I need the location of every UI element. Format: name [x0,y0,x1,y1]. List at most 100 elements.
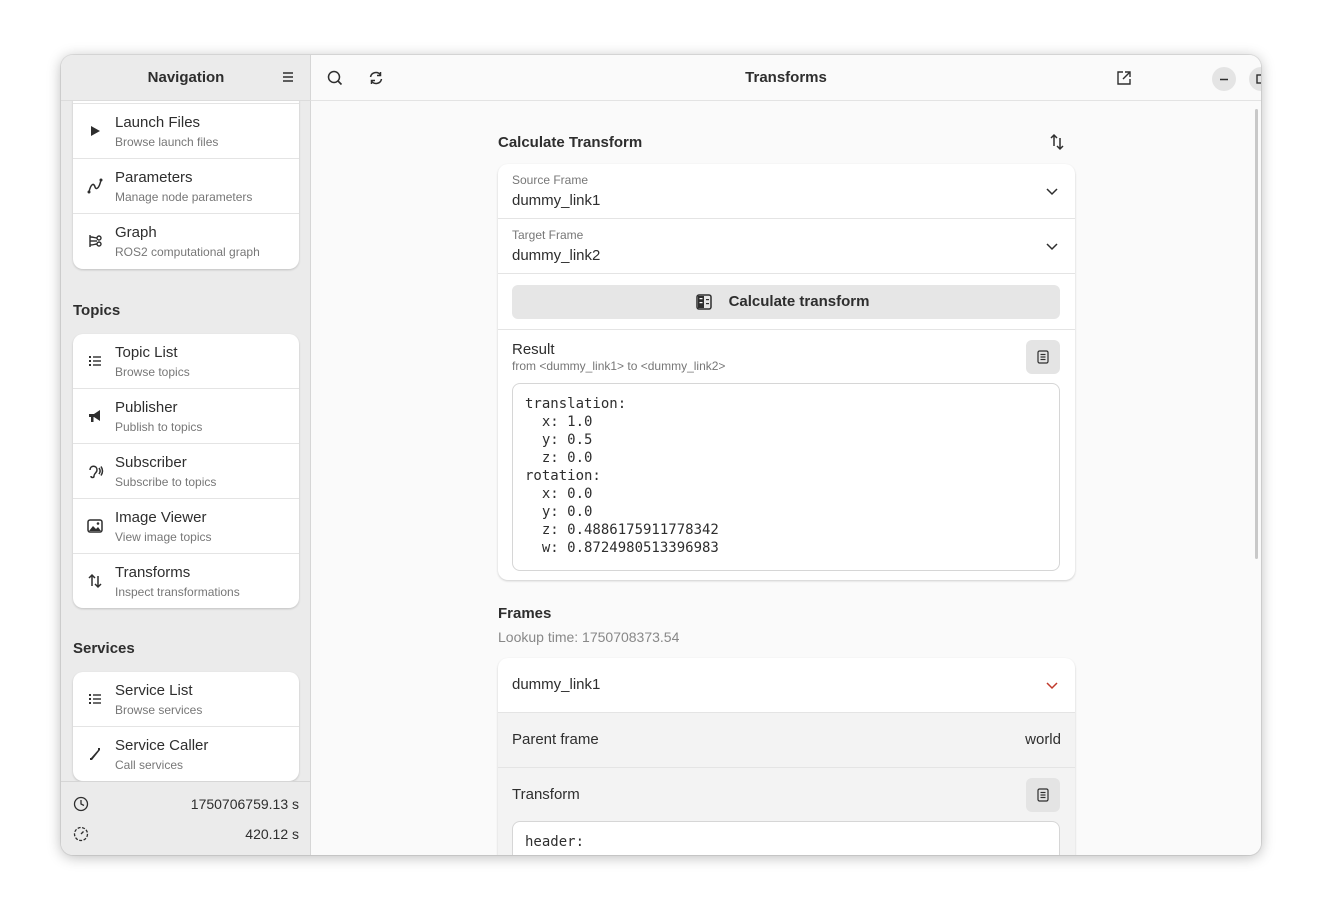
phone-icon [86,745,104,763]
swap-frames-icon[interactable] [1046,131,1068,153]
copy-icon [1037,788,1049,802]
sidebar-item-parameters[interactable]: Parameters Manage node parameters [73,159,299,214]
target-frame-label: Target Frame [512,228,584,242]
sidebar-card-general: Launch Files Browse launch files Paramet… [73,101,299,269]
result-sublabel: from <dummy_link1> to <dummy_link2> [512,359,726,373]
chevron-down-icon [1045,184,1059,198]
result-code-box[interactable]: translation: x: 1.0 y: 0.5 z: 0.0 rotati… [512,383,1060,571]
frame-card: dummy_link1 Parent frame world Transform… [498,658,1075,855]
sidebar-item-sublabel: Manage node parameters [115,190,253,204]
sidebar-item-label: Service Caller [115,737,209,754]
section-title-topics: Topics [73,302,121,319]
sidebar-item-sublabel: Publish to topics [115,420,203,434]
sidebar-item-sublabel: Browse topics [115,365,190,379]
sidebar: Navigation Launch Files Browse launch fi… [61,55,311,855]
megaphone-icon [86,407,104,425]
sidebar-item-sublabel: ROS2 computational graph [115,245,260,259]
app-window: Navigation Launch Files Browse launch fi… [61,55,1261,855]
source-frame-value: dummy_link1 [512,192,601,209]
sidebar-item-graph[interactable]: Graph ROS2 computational graph [73,214,299,269]
sidebar-item-service-list[interactable]: Service List Browse services [73,672,299,727]
transform-label: Transform [512,786,580,803]
frame-expander[interactable]: dummy_link1 [498,658,1075,713]
list-icon [86,352,104,370]
sidebar-item-subscriber[interactable]: Subscriber Subscribe to topics [73,444,299,499]
chevron-down-icon [1045,678,1059,692]
transform-code: header: [525,834,585,850]
clock-value: 1750706759.13 s [190,796,299,812]
sidebar-item-label: Service List [115,682,193,699]
chevron-down-icon [1045,239,1059,253]
calculate-transform-label: Calculate transform [728,293,870,310]
list-icon [86,690,104,708]
maximize-button[interactable] [1249,67,1261,91]
sidebar-item-sublabel: Inspect transformations [115,585,240,599]
timer-value: 420.12 s [245,826,299,842]
timer-icon [73,826,89,842]
calculate-transform-button[interactable]: Calculate transform [512,285,1060,319]
sidebar-item-sublabel: Call services [115,758,184,772]
sidebar-footer: 1750706759.13 s 420.12 s [61,781,311,855]
sidebar-item-label: Image Viewer [115,509,207,526]
frame-name: dummy_link1 [512,676,601,693]
sidebar-card-services: Service List Browse services Service Cal… [73,672,299,781]
clock-icon [73,796,89,812]
sidebar-item-publisher[interactable]: Publisher Publish to topics [73,389,299,444]
sidebar-item-label: Graph [115,224,157,241]
result-label: Result [512,341,555,358]
graph-icon [86,232,104,250]
calculate-card: Source Frame dummy_link1 Target Frame du… [498,164,1075,580]
clock-row: 1750706759.13 s [61,789,311,819]
sidebar-item-transforms[interactable]: Transforms Inspect transformations [73,554,299,608]
main-scrollbar[interactable] [1255,109,1258,559]
main-pane: Transforms Calculate Transform Source Fr… [311,55,1261,855]
sidebar-item-label: Publisher [115,399,178,416]
parameters-icon [86,177,104,195]
sidebar-card-topics: Topic List Browse topics Publisher Publi… [73,334,299,608]
source-frame-label: Source Frame [512,173,589,187]
result-section: Result from <dummy_link1> to <dummy_link… [498,330,1075,580]
copy-icon [1037,350,1049,364]
sidebar-item-label: Transforms [115,564,191,581]
main-header: Transforms [311,55,1261,101]
image-icon [86,517,104,535]
timer-row: 420.12 s [61,819,311,849]
sidebar-header: Navigation [61,55,311,101]
lookup-time: Lookup time: 1750708373.54 [498,629,680,645]
sidebar-item-sublabel: View image topics [115,530,212,544]
section-title-calculate: Calculate Transform [498,134,643,151]
transform-section: Transform header: [498,768,1075,855]
sidebar-item-image-viewer[interactable]: Image Viewer View image topics [73,499,299,554]
minimize-button[interactable] [1212,67,1236,91]
open-external-icon[interactable] [1113,67,1135,89]
source-frame-dropdown[interactable]: Source Frame dummy_link1 [498,164,1075,219]
parent-frame-value: world [1025,731,1061,748]
sidebar-item-sublabel: Subscribe to topics [115,475,217,489]
calculate-row: Calculate transform [498,274,1075,330]
sidebar-item-label: Parameters [115,169,193,186]
hamburger-menu-icon[interactable] [279,68,297,86]
sidebar-item-sublabel: Browse services [115,703,203,717]
sidebar-item-service-caller[interactable]: Service Caller Call services [73,727,299,781]
sidebar-item-topic-list[interactable]: Topic List Browse topics [73,334,299,389]
sidebar-scroll: Launch Files Browse launch files Paramet… [61,101,311,781]
sidebar-title: Navigation [147,69,225,86]
target-frame-dropdown[interactable]: Target Frame dummy_link2 [498,219,1075,274]
section-title-services: Services [73,640,135,657]
sidebar-item-sublabel: Browse launch files [115,135,219,149]
result-code: translation: x: 1.0 y: 0.5 z: 0.0 rotati… [525,396,719,556]
parent-frame-row: Parent frame world [498,713,1075,768]
ear-icon [86,462,104,480]
sidebar-item-label: Subscriber [115,454,187,471]
target-frame-value: dummy_link2 [512,247,601,264]
sidebar-item-label: Topic List [115,344,178,361]
section-title-frames: Frames [498,605,552,622]
parent-frame-label: Parent frame [512,731,599,748]
play-icon [86,122,104,140]
transform-code-box[interactable]: header: [512,821,1060,855]
transforms-icon [86,572,104,590]
copy-transform-button[interactable] [1026,778,1060,812]
copy-result-button[interactable] [1026,340,1060,374]
sidebar-item-launch-files[interactable]: Launch Files Browse launch files [73,104,299,159]
sidebar-item-label: Launch Files [115,114,201,131]
